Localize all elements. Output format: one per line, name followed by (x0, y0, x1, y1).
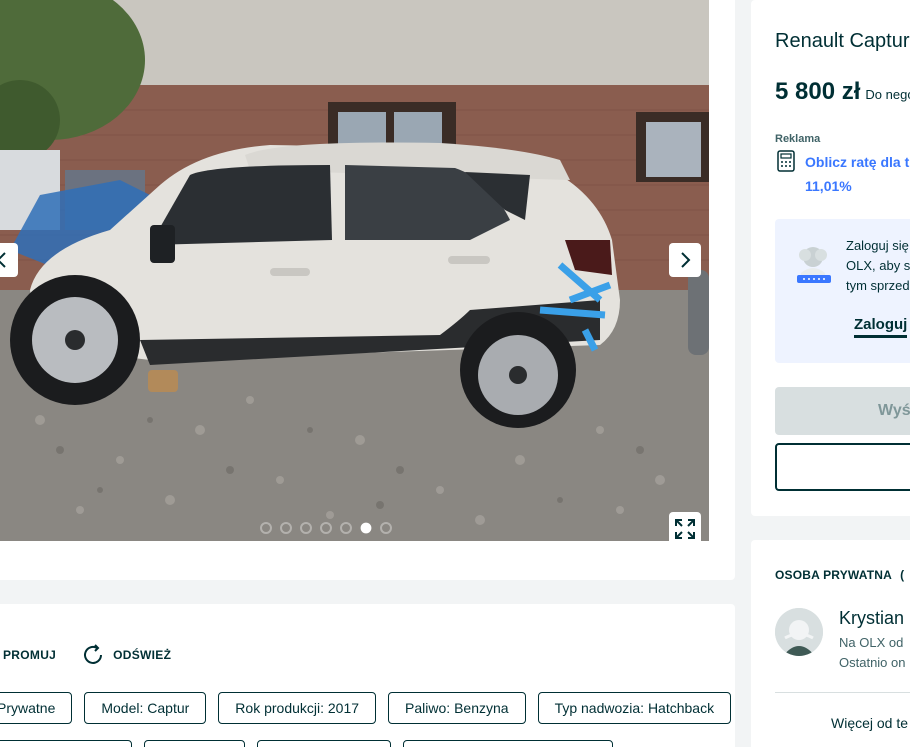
tag-offer-type: Prywatne (0, 692, 73, 724)
login-line: OLX, aby s (846, 258, 910, 273)
ad-title: Renault Captur p (775, 30, 910, 52)
promote-action[interactable]: PROMUJ (3, 648, 56, 662)
photo-dot[interactable] (380, 522, 392, 534)
login-line: tym sprzed (846, 278, 910, 293)
refresh-label: ODŚWIEŻ (113, 648, 172, 662)
user-avatar-icon (775, 608, 823, 656)
ad-actions: PROMUJ ODŚWIEŻ (0, 644, 171, 666)
photo-dot[interactable] (320, 522, 332, 534)
login-illustration-icon (797, 247, 831, 283)
photo-dot[interactable] (280, 522, 292, 534)
refresh-action[interactable]: ODŚWIEŻ (82, 644, 171, 666)
photo-dot[interactable] (300, 522, 312, 534)
parameter-tags-row2 (0, 740, 613, 747)
main-photo[interactable] (0, 0, 709, 541)
calc-text-line1: Oblicz ratę dla t (805, 154, 910, 170)
gallery-card (0, 0, 735, 580)
fullscreen-button[interactable] (669, 512, 701, 541)
tag (403, 740, 613, 747)
refresh-icon (84, 644, 103, 664)
details-card: PROMUJ ODŚWIEŻ Prywatne Model: Captur Ro… (0, 604, 735, 747)
seller-type-extra: ( (900, 568, 905, 582)
next-photo-button[interactable] (669, 243, 701, 277)
login-line: Zaloguj się (846, 238, 909, 253)
tag-model: Model: Captur (84, 692, 207, 724)
chevron-left-icon (0, 252, 6, 268)
avatar (775, 608, 823, 656)
car-photo (0, 0, 709, 541)
tag-fuel: Paliwo: Benzyna (388, 692, 526, 724)
photo-dot[interactable] (340, 522, 352, 534)
login-link[interactable]: Zaloguj (854, 316, 908, 338)
price: 5 800 zł (775, 78, 861, 105)
login-prompt: Zaloguj się OLX, aby s tym sprzed Zalogu… (775, 219, 910, 363)
login-message: Zaloguj się OLX, aby s tym sprzed (846, 236, 910, 296)
calc-text-line2: 11,01% (805, 178, 852, 194)
tag (0, 740, 132, 747)
tag-body-type: Typ nadwozia: Hatchback (537, 692, 732, 724)
tag (257, 740, 391, 747)
parameter-tags: Prywatne Model: Captur Rok produkcji: 20… (0, 692, 732, 724)
seller-last-online: Ostatnio on (839, 655, 906, 670)
seller-card: OSOBA PRYWATNA ( Krystian Na OLX od Osta… (751, 540, 910, 747)
loan-calculator-link[interactable]: Oblicz ratę dla t 11,01% (775, 150, 909, 198)
chevron-right-icon (681, 252, 691, 268)
price-row: 5 800 zł Do nego (775, 78, 910, 106)
tag-year: Rok produkcji: 2017 (218, 692, 377, 724)
photo-pagination (260, 522, 392, 534)
prev-photo-button[interactable] (0, 243, 18, 277)
more-from-seller-link[interactable]: Więcej od te (831, 715, 908, 731)
divider (775, 692, 910, 693)
negotiable-label: Do nego (865, 87, 910, 102)
seller-name: Krystian (839, 608, 905, 628)
calculator-icon (777, 150, 795, 172)
seller-type: OSOBA PRYWATNA ( (775, 568, 904, 582)
call-button[interactable] (775, 443, 910, 491)
send-message-button[interactable]: Wyś (775, 387, 910, 435)
expand-icon (675, 519, 695, 539)
photo-dot-active[interactable] (360, 522, 372, 534)
seller-type-label: OSOBA PRYWATNA (775, 568, 892, 582)
offer-card: Renault Captur p 5 800 zł Do nego Reklam… (751, 0, 910, 516)
seller-member-since: Na OLX od (839, 635, 904, 650)
tag (144, 740, 245, 747)
photo-dot[interactable] (260, 522, 272, 534)
ad-label: Reklama (775, 133, 821, 145)
